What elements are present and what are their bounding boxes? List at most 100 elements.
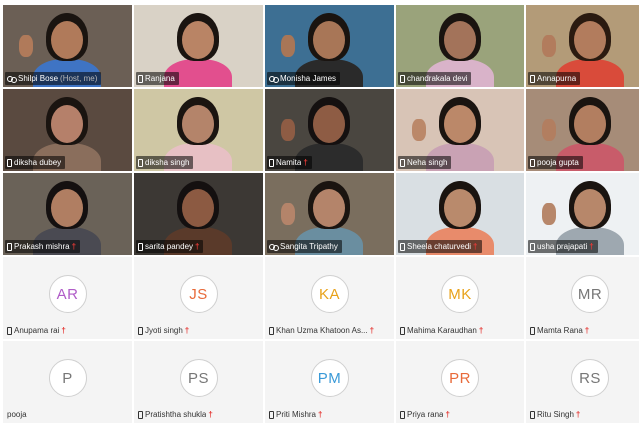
participant-name-label: Ranjana bbox=[136, 72, 179, 85]
participant-name-label: diksha dubey bbox=[5, 156, 66, 169]
participant-tile[interactable]: RS Ritu Singh † bbox=[526, 341, 639, 423]
participant-tile[interactable]: chandrakala devi bbox=[396, 5, 524, 87]
person-hand bbox=[281, 35, 295, 57]
participant-tile[interactable]: MR Mamta Rana † bbox=[526, 257, 639, 339]
participant-tile[interactable]: usha prajapati † bbox=[526, 173, 639, 255]
participant-name: Namita bbox=[276, 158, 302, 167]
participant-tile[interactable]: Shilpi Bose (Host, me) bbox=[3, 5, 132, 87]
participant-name-label: Ritu Singh † bbox=[528, 408, 584, 421]
participant-tile[interactable]: Neha singh bbox=[396, 89, 524, 171]
participant-name: diksha dubey bbox=[14, 158, 62, 167]
participant-tile[interactable]: Annapurna bbox=[526, 5, 639, 87]
participant-name: Shilpi Bose bbox=[18, 74, 59, 83]
phone-icon bbox=[138, 158, 143, 167]
avatar-initials: MR bbox=[571, 275, 609, 313]
participant-name: Priti Mishra bbox=[276, 410, 317, 419]
participant-tile[interactable]: diksha singh bbox=[134, 89, 263, 171]
participant-name: pooja gupta bbox=[537, 158, 579, 167]
person-face bbox=[51, 21, 83, 59]
participant-name-label: Jyoti singh † bbox=[136, 324, 193, 337]
participant-name-label: Anupama rai † bbox=[5, 324, 70, 337]
participant-tile[interactable]: Prakash mishra † bbox=[3, 173, 132, 255]
person-face bbox=[313, 21, 345, 59]
muted-mic-icon: † bbox=[71, 242, 77, 251]
person-face bbox=[182, 105, 214, 143]
participant-name-label: sarita pandey † bbox=[136, 240, 204, 253]
participant-tile[interactable]: pooja gupta bbox=[526, 89, 639, 171]
participant-tile[interactable]: sarita pandey † bbox=[134, 173, 263, 255]
phone-icon bbox=[138, 410, 143, 419]
participant-name: diksha singh bbox=[145, 158, 190, 167]
participant-tile[interactable]: Sheela chaturvedi † bbox=[396, 173, 524, 255]
participant-tile[interactable]: KA Khan Uzma Khatoon As... † bbox=[265, 257, 394, 339]
participant-name-label: Priya rana † bbox=[398, 408, 454, 421]
muted-mic-icon: † bbox=[589, 242, 594, 251]
participant-name-label: Annapurna bbox=[528, 72, 581, 85]
participant-name: Priya rana bbox=[407, 410, 444, 419]
participant-tile[interactable]: JS Jyoti singh † bbox=[134, 257, 263, 339]
person-face bbox=[51, 105, 83, 143]
participant-tile[interactable]: MK Mahima Karaudhan † bbox=[396, 257, 524, 339]
participant-name-label: Monisha James bbox=[267, 72, 341, 85]
phone-icon bbox=[400, 158, 405, 167]
muted-mic-icon: † bbox=[473, 242, 478, 251]
participant-name-label: Sheela chaturvedi † bbox=[398, 240, 482, 253]
participant-name-label: Mahima Karaudhan † bbox=[398, 324, 487, 337]
participant-tile[interactable]: Sangita Tripathy bbox=[265, 173, 394, 255]
participant-name: usha prajapati bbox=[537, 242, 588, 251]
avatar-initials: P bbox=[48, 359, 87, 397]
muted-mic-icon: † bbox=[303, 158, 308, 167]
avatar-initials: PR bbox=[441, 359, 479, 397]
participant-name: Khan Uzma Khatoon As... bbox=[276, 326, 368, 335]
participant-name: Mahima Karaudhan bbox=[407, 326, 477, 335]
participant-name: Ranjana bbox=[145, 74, 175, 83]
participant-name: pooja bbox=[7, 410, 27, 419]
participant-name: chandrakala devi bbox=[407, 74, 468, 83]
participant-name-label: Sangita Tripathy bbox=[267, 240, 342, 253]
participant-tile[interactable]: PR Priya rana † bbox=[396, 341, 524, 423]
phone-icon bbox=[138, 74, 143, 83]
participant-tile[interactable]: Ranjana bbox=[134, 5, 263, 87]
participant-name-label: Shilpi Bose (Host, me) bbox=[5, 72, 102, 85]
participant-name: Ritu Singh bbox=[537, 410, 574, 419]
participant-tile[interactable]: diksha dubey bbox=[3, 89, 132, 171]
muted-mic-icon: † bbox=[318, 410, 323, 419]
person-hand bbox=[412, 119, 426, 141]
phone-icon bbox=[269, 410, 274, 419]
person-face bbox=[444, 105, 476, 143]
participant-name-label: Namita † bbox=[267, 156, 312, 169]
participant-tile[interactable]: AR Anupama rai † bbox=[3, 257, 132, 339]
host-tag: (Host, me) bbox=[60, 74, 98, 83]
phone-icon bbox=[530, 326, 535, 335]
participant-name-label: Pratishtha shukla † bbox=[136, 408, 217, 421]
participant-tile[interactable]: PS Pratishtha shukla † bbox=[134, 341, 263, 423]
phone-icon bbox=[269, 326, 274, 335]
phone-icon bbox=[530, 242, 535, 251]
participant-name-label: Priti Mishra † bbox=[267, 408, 326, 421]
phone-icon bbox=[138, 242, 143, 251]
phone-icon bbox=[400, 410, 405, 419]
participant-name: Annapurna bbox=[537, 74, 577, 83]
participant-name-label: usha prajapati † bbox=[528, 240, 598, 253]
person-face bbox=[574, 105, 606, 143]
avatar-initials: RS bbox=[571, 359, 609, 397]
person-hand bbox=[281, 119, 295, 141]
avatar-initials: MK bbox=[441, 275, 479, 313]
participant-tile[interactable]: Ppooja bbox=[3, 341, 132, 423]
avatar-initials: PM bbox=[310, 359, 349, 397]
participant-name: Sheela chaturvedi bbox=[407, 242, 472, 251]
person-hand bbox=[281, 203, 295, 225]
participant-name-label: pooja bbox=[5, 408, 31, 421]
participant-tile[interactable]: PM Priti Mishra † bbox=[265, 341, 394, 423]
phone-icon bbox=[400, 242, 405, 251]
phone-icon bbox=[269, 158, 274, 167]
muted-mic-icon: † bbox=[575, 410, 581, 419]
phone-icon bbox=[7, 242, 12, 251]
person-face bbox=[182, 189, 214, 227]
participant-tile[interactable]: Monisha James bbox=[265, 5, 394, 87]
muted-mic-icon: † bbox=[195, 242, 200, 251]
avatar-initials: JS bbox=[179, 275, 218, 313]
person-face bbox=[51, 189, 83, 227]
participant-tile[interactable]: Namita † bbox=[265, 89, 394, 171]
muted-mic-icon: † bbox=[369, 326, 375, 335]
